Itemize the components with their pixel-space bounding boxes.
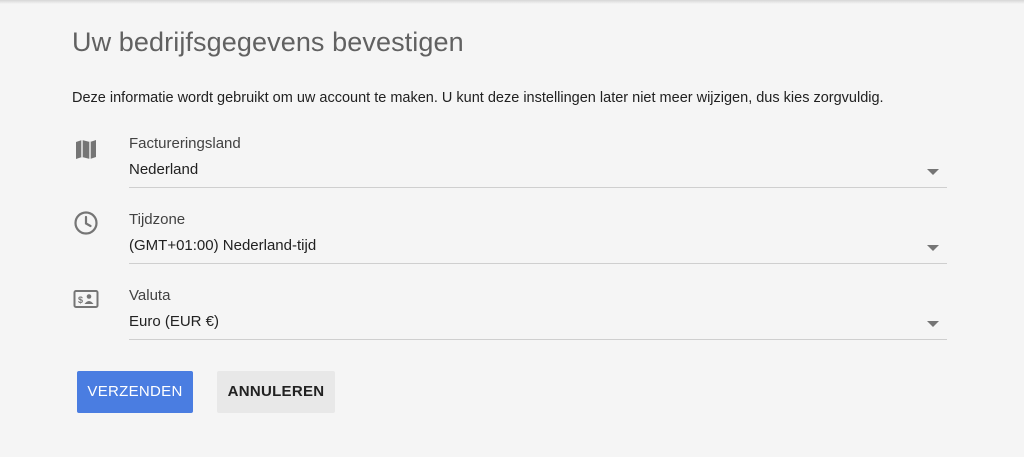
timezone-value: (GMT+01:00) Nederland-tijd [129, 237, 317, 254]
clock-icon [72, 209, 100, 237]
currency-value: Euro (EUR €) [129, 313, 220, 330]
chevron-down-icon [927, 245, 939, 251]
map-icon [72, 135, 100, 163]
timezone-field: Tijdzone (GMT+01:00) Nederland-tijd [72, 211, 947, 281]
page-title: Uw bedrijfsgegevens bevestigen [72, 27, 464, 57]
billing-country-label: Factureringsland [129, 135, 241, 152]
page-description: Deze informatie wordt gebruikt om uw acc… [72, 90, 884, 106]
chevron-down-icon [927, 169, 939, 175]
currency-select[interactable]: Euro (EUR €) [129, 305, 947, 340]
billing-country-select[interactable]: Nederland [129, 153, 947, 188]
top-shadow [0, 0, 1024, 4]
chevron-down-icon [927, 321, 939, 327]
cancel-button[interactable]: ANNULEREN [217, 371, 335, 413]
currency-label: Valuta [129, 287, 171, 304]
submit-button[interactable]: VERZENDEN [77, 371, 193, 413]
currency-icon: $ [72, 285, 100, 313]
billing-country-value: Nederland [129, 161, 199, 178]
timezone-label: Tijdzone [129, 211, 186, 228]
billing-country-field: Factureringsland Nederland [72, 135, 947, 205]
timezone-select[interactable]: (GMT+01:00) Nederland-tijd [129, 229, 947, 264]
svg-text:$: $ [78, 295, 83, 305]
currency-field: $ Valuta Euro (EUR €) [72, 287, 947, 357]
